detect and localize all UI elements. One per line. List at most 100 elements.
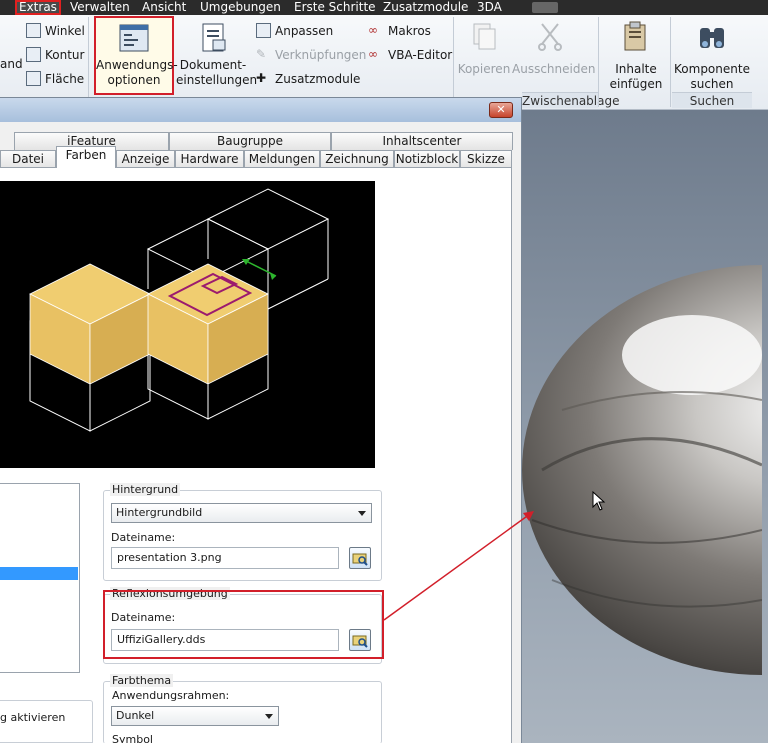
anwendungsoptionen-button[interactable]: Anwendungs- optionen — [94, 16, 178, 95]
hintergrund-title: Hintergrund — [110, 483, 181, 496]
menu-bar: Extras Verwalten Ansicht Umgebungen Erst… — [0, 0, 768, 15]
farbthema-group: Farbthema Anwendungsrahmen: Dunkel Symbo… — [103, 674, 382, 743]
ribbon-separator — [453, 17, 454, 107]
group-suchen: Suchen — [672, 92, 752, 108]
kopieren-button[interactable]: Kopieren — [457, 18, 511, 77]
tab-farben[interactable]: Farben — [56, 146, 116, 168]
vba-editor-label: VBA-Editor — [388, 47, 453, 62]
area-icon — [26, 71, 41, 86]
tab-notizblock[interactable]: Notizblock — [394, 150, 460, 168]
ausschneiden-button[interactable]: Ausschneiden — [512, 18, 596, 77]
ribbon: and Winkel Kontur Fläche Anwendungs- opt… — [0, 15, 768, 110]
tab-datei[interactable]: Datei — [0, 150, 56, 168]
menu-extras[interactable]: Extras — [15, 0, 61, 15]
tab-baugruppe[interactable]: Baugruppe — [169, 132, 331, 150]
reflexion-highlight-box — [103, 590, 384, 659]
aktivieren-label-clipped: g aktivieren — [0, 711, 66, 724]
hintergrund-combo[interactable]: Hintergrundbild — [111, 503, 372, 523]
zusatzmodule-button[interactable]: ✚ Zusatzmodule — [256, 71, 360, 86]
hintergrund-browse-button[interactable] — [349, 547, 371, 569]
dokumenteinstellungen-label-2: einstellungen — [176, 73, 258, 87]
winkel-button[interactable]: Winkel — [26, 23, 85, 38]
vba-editor-icon: ∞ — [368, 47, 378, 61]
makros-label: Makros — [388, 23, 431, 38]
addin-plus-icon: ✚ — [256, 71, 267, 85]
contour-icon — [26, 47, 41, 62]
link-icon: ✎ — [256, 47, 267, 61]
dokumenteinstellungen-button[interactable]: Dokument- einstellungen — [176, 18, 258, 88]
group-zwischenablage: Zwischenablage — [522, 92, 620, 108]
anpassen-button[interactable]: Anpassen — [256, 23, 333, 38]
menu-erste-schritte[interactable]: Erste Schritte — [294, 0, 376, 15]
copy-icon — [473, 23, 496, 50]
winkel-label: Winkel — [45, 23, 85, 38]
ribbon-separator — [88, 17, 89, 107]
customize-icon — [256, 23, 271, 38]
graphics-viewport[interactable] — [522, 110, 768, 743]
kontur-button[interactable]: Kontur — [26, 47, 84, 62]
vba-editor-button[interactable]: ∞ VBA-Editor — [368, 47, 452, 62]
komponente-label-2: suchen — [690, 77, 734, 91]
kontur-label: Kontur — [45, 47, 85, 62]
kopieren-label: Kopieren — [457, 62, 511, 76]
ribbon-separator — [598, 17, 599, 107]
verknuepfungen-label: Verknüpfungen — [275, 47, 367, 62]
komponente-suchen-button[interactable]: Komponente suchen — [674, 18, 750, 92]
inhalte-label-1: Inhalte — [615, 62, 657, 76]
dialog-close-button[interactable]: ✕ — [489, 102, 513, 118]
tab-anzeige[interactable]: Anzeige — [116, 150, 175, 168]
list-selected-item[interactable] — [0, 567, 78, 580]
chevron-down-icon — [265, 714, 273, 719]
dokumenteinstellungen-label-1: Dokument- — [179, 58, 247, 72]
flaeche-label: Fläche — [45, 71, 85, 86]
ribbon-separator — [670, 17, 671, 107]
anwendungsoptionen-label-1: Anwendungs- — [96, 58, 178, 72]
document-settings-icon — [202, 23, 226, 52]
scissors-icon — [538, 23, 562, 51]
dialog-title-bar[interactable]: ✕ — [0, 98, 521, 122]
mouse-cursor-icon — [592, 491, 606, 511]
menu-ansicht[interactable]: Ansicht — [142, 0, 186, 15]
chevron-down-icon — [358, 511, 366, 516]
tab-meldungen[interactable]: Meldungen — [244, 150, 320, 168]
left-lower-group: g aktivieren — [0, 700, 93, 743]
hintergrund-combo-value: Hintergrundbild — [116, 506, 203, 519]
hintergrund-dateiname-label: Dateiname: — [111, 531, 176, 544]
anwendungsrahmen-value: Dunkel — [116, 709, 155, 722]
clipboard-paste-icon — [624, 21, 646, 51]
menu-3da[interactable]: 3DA — [477, 0, 502, 15]
menu-verwalten[interactable]: Verwalten — [70, 0, 130, 15]
tab-skizze[interactable]: Skizze — [460, 150, 512, 168]
color-scheme-preview — [0, 181, 375, 468]
farbthema-title: Farbthema — [110, 674, 174, 687]
anwendungsrahmen-label: Anwendungsrahmen: — [112, 689, 230, 702]
browse-folder-icon — [352, 553, 368, 566]
menu-zusatzmodule[interactable]: Zusatzmodule — [383, 0, 468, 15]
application-options-icon — [119, 24, 149, 52]
anwendungsrahmen-combo[interactable]: Dunkel — [111, 706, 279, 726]
macros-icon: ∞ — [368, 23, 378, 37]
ausschneiden-label: Ausschneiden — [512, 62, 596, 76]
angle-icon — [26, 23, 41, 38]
hintergrund-group: Hintergrund Hintergrundbild Dateiname: p… — [103, 483, 382, 581]
binoculars-icon — [700, 28, 724, 48]
tab-inhaltscenter[interactable]: Inhaltscenter — [331, 132, 513, 150]
clipped-ribbon-label[interactable]: and — [0, 57, 23, 71]
flaeche-button[interactable]: Fläche — [26, 71, 84, 86]
anwendungsoptionen-label-2: optionen — [107, 73, 161, 87]
verknuepfungen-button[interactable]: ✎ Verknüpfungen — [256, 47, 366, 62]
reflective-sphere — [522, 265, 762, 675]
tab-zeichnung[interactable]: Zeichnung — [320, 150, 394, 168]
makros-button[interactable]: ∞ Makros — [368, 23, 431, 38]
menu-umgebungen[interactable]: Umgebungen — [200, 0, 281, 15]
hintergrund-dateiname-field[interactable]: presentation 3.png — [111, 547, 339, 569]
inhalte-label-2: einfügen — [609, 77, 663, 91]
komponente-label-1: Komponente — [674, 62, 750, 76]
anpassen-label: Anpassen — [275, 23, 334, 38]
tab-hardware[interactable]: Hardware — [175, 150, 244, 168]
inhalte-einfuegen-button[interactable]: Inhalte einfügen — [604, 18, 668, 92]
color-scheme-list[interactable] — [0, 483, 80, 673]
zusatzmodule-label: Zusatzmodule — [275, 71, 361, 86]
symbol-label-clipped: Symbol — [112, 733, 153, 743]
ribbon-state-icon[interactable] — [532, 2, 558, 13]
